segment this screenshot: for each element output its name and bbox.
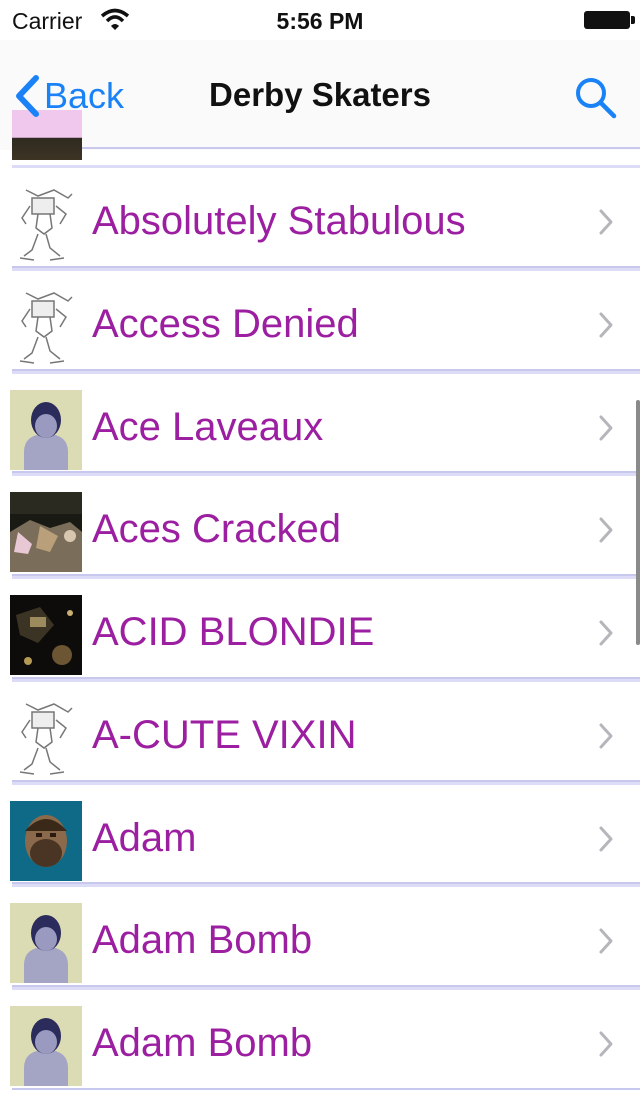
list-item[interactable]: ACID BLONDIE <box>0 576 640 679</box>
divider <box>12 1087 640 1090</box>
skater-name: Ace Laveaux <box>92 404 324 449</box>
skater-name: Absolutely Stabulous <box>92 199 466 243</box>
robot-sketch-icon <box>10 286 82 367</box>
screen: Carrier 5:56 PM Back Derby Skaters Absol… <box>0 0 640 1096</box>
battery-icon <box>584 11 635 29</box>
skater-name: ACID BLONDIE <box>92 610 375 654</box>
chevron-right-icon <box>599 209 613 235</box>
avatar <box>10 595 82 675</box>
list-item[interactable]: Adam <box>0 781 640 885</box>
avatar <box>10 800 82 881</box>
default-person-icon <box>10 389 82 470</box>
skater-list: Absolutely Stabulous Access Denied Ace Lav… <box>0 165 640 1090</box>
navigation-bar: Back Derby Skaters <box>0 40 640 160</box>
avatar <box>10 492 82 573</box>
list-item[interactable]: Access Denied <box>0 267 640 371</box>
robot-sketch-icon <box>10 697 82 778</box>
chevron-right-icon <box>599 826 613 851</box>
chevron-right-icon <box>599 312 613 338</box>
list-item[interactable]: Aces Cracked <box>0 473 640 576</box>
skater-name: Adam <box>92 815 197 860</box>
divider <box>12 678 640 682</box>
back-button[interactable]: Back <box>14 68 124 124</box>
back-label: Back <box>44 75 125 116</box>
divider <box>12 987 640 990</box>
list-item[interactable]: Adam Bomb <box>0 884 640 987</box>
list-item[interactable]: Adam Bomb <box>0 987 640 1090</box>
chevron-right-icon <box>599 620 613 646</box>
robot-sketch-icon <box>10 184 82 264</box>
back-chevron-icon <box>16 75 39 117</box>
chevron-right-icon <box>599 928 613 954</box>
skater-name: Aces Cracked <box>92 507 341 552</box>
divider <box>12 267 640 271</box>
skater-name: Adam Bomb <box>92 1021 313 1065</box>
divider <box>12 781 640 785</box>
default-person-icon <box>10 903 82 984</box>
divider <box>12 473 640 477</box>
divider <box>12 576 640 579</box>
status-time: 5:56 PM <box>276 8 364 34</box>
scrollbar[interactable] <box>636 400 640 645</box>
default-person-icon <box>10 1006 82 1086</box>
divider <box>12 370 640 374</box>
list-item[interactable]: A-CUTE VIXIN <box>0 678 640 782</box>
divider <box>12 165 640 168</box>
chevron-right-icon <box>599 723 613 749</box>
divider <box>12 147 640 149</box>
chevron-right-icon <box>599 1031 613 1057</box>
divider <box>12 884 640 888</box>
skater-name: Access Denied <box>92 301 359 346</box>
chevron-right-icon <box>599 415 613 440</box>
skater-name: A-CUTE VIXIN <box>92 712 357 757</box>
chevron-right-icon <box>599 517 613 543</box>
status-bar: Carrier 5:56 PM <box>0 0 640 40</box>
skater-name: Adam Bomb <box>92 918 313 963</box>
search-icon[interactable] <box>570 72 622 124</box>
list-item[interactable]: Ace Laveaux <box>0 370 640 474</box>
list-item[interactable]: Absolutely Stabulous <box>0 165 640 268</box>
